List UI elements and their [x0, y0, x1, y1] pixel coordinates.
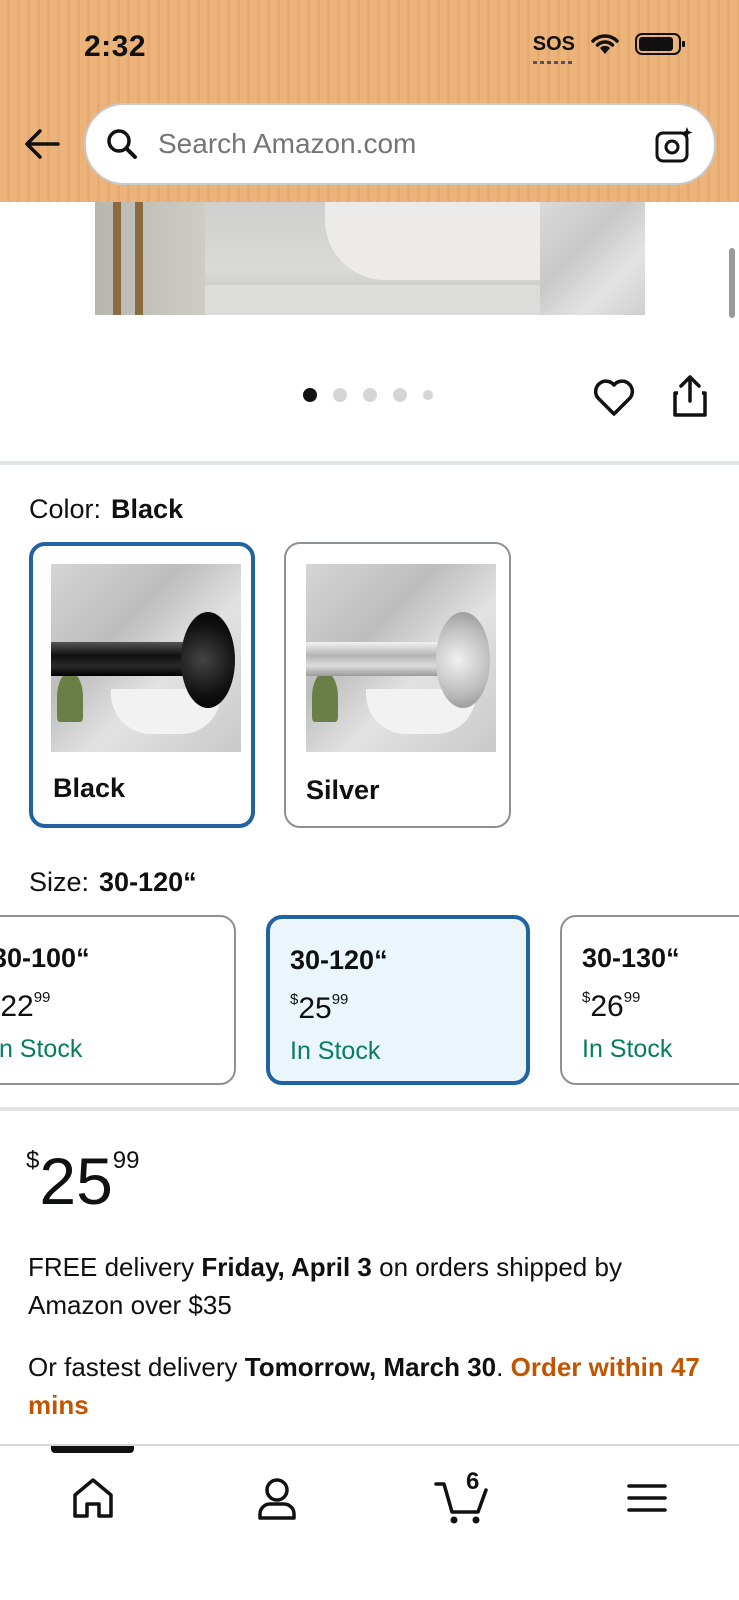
back-arrow-icon[interactable] [20, 122, 64, 166]
product-price: $2599 [26, 1144, 140, 1218]
search-bar[interactable] [84, 103, 716, 185]
fastest-delivery-info: Or fastest delivery Tomorrow, March 30. … [28, 1352, 700, 1420]
color-option-label: Silver [306, 775, 380, 805]
size-option-30-130[interactable]: 30-130“ $2699 In Stock [560, 915, 739, 1085]
nav-active-indicator [51, 1446, 134, 1453]
menu-icon[interactable] [617, 1468, 677, 1528]
size-option-title: 30-120“ [290, 945, 388, 975]
carousel-dot[interactable] [333, 388, 347, 402]
size-label: Size: [29, 867, 90, 897]
image-carousel-dots[interactable] [303, 388, 433, 402]
size-option-stock: In Stock [290, 1037, 381, 1065]
size-option-price: $2299 [0, 989, 51, 1023]
search-icon [107, 129, 137, 159]
black-rod-image [51, 564, 241, 752]
size-option-price: $2699 [582, 989, 641, 1023]
search-input[interactable] [158, 128, 618, 160]
size-option-title: 30-130“ [582, 943, 680, 973]
carousel-dot[interactable] [303, 388, 317, 402]
silver-rod-image [306, 564, 496, 752]
cart-count: 6 [466, 1468, 480, 1495]
size-option-stock: In Stock [582, 1035, 673, 1063]
status-icons: SOS [532, 32, 687, 64]
divider [0, 461, 739, 465]
wifi-icon [591, 34, 619, 54]
size-option-30-120[interactable]: 30-120“ $2599 In Stock [266, 915, 530, 1085]
size-option-price: $2599 [290, 991, 349, 1025]
carousel-dot[interactable] [423, 390, 433, 400]
color-label-row: Color: Black [29, 494, 183, 525]
color-option-black[interactable]: Black [29, 542, 255, 828]
share-icon[interactable] [670, 373, 710, 419]
carousel-dot[interactable] [393, 388, 407, 402]
cart-button[interactable]: 6 [432, 1468, 492, 1528]
color-label: Color: [29, 494, 102, 524]
header: 2:32 SOS [0, 0, 739, 202]
color-selected-value: Black [111, 494, 184, 524]
color-option-label: Black [53, 773, 126, 803]
size-label-row: Size: 30-120“ [29, 867, 197, 898]
camera-lens-icon[interactable] [654, 125, 694, 165]
size-option-title: 30-100“ [0, 943, 90, 973]
free-delivery-info: FREE delivery Friday, April 3 on orders … [28, 1252, 622, 1320]
product-image[interactable] [95, 202, 645, 315]
color-option-silver[interactable]: Silver [284, 542, 511, 828]
heart-icon[interactable] [592, 376, 636, 418]
status-time: 2:32 [84, 30, 147, 63]
size-option-stock: In Stock [0, 1035, 83, 1063]
size-selected-value: 30-120“ [99, 867, 197, 897]
size-option-30-100[interactable]: 30-100“ $2299 In Stock [0, 915, 236, 1085]
carousel-dot[interactable] [363, 388, 377, 402]
sos-indicator: SOS [532, 33, 575, 64]
cart-icon [434, 1482, 488, 1524]
home-icon[interactable] [63, 1468, 123, 1528]
divider [0, 1107, 739, 1111]
battery-icon [635, 33, 685, 55]
account-icon[interactable] [247, 1468, 307, 1528]
scrollbar[interactable] [729, 248, 735, 318]
